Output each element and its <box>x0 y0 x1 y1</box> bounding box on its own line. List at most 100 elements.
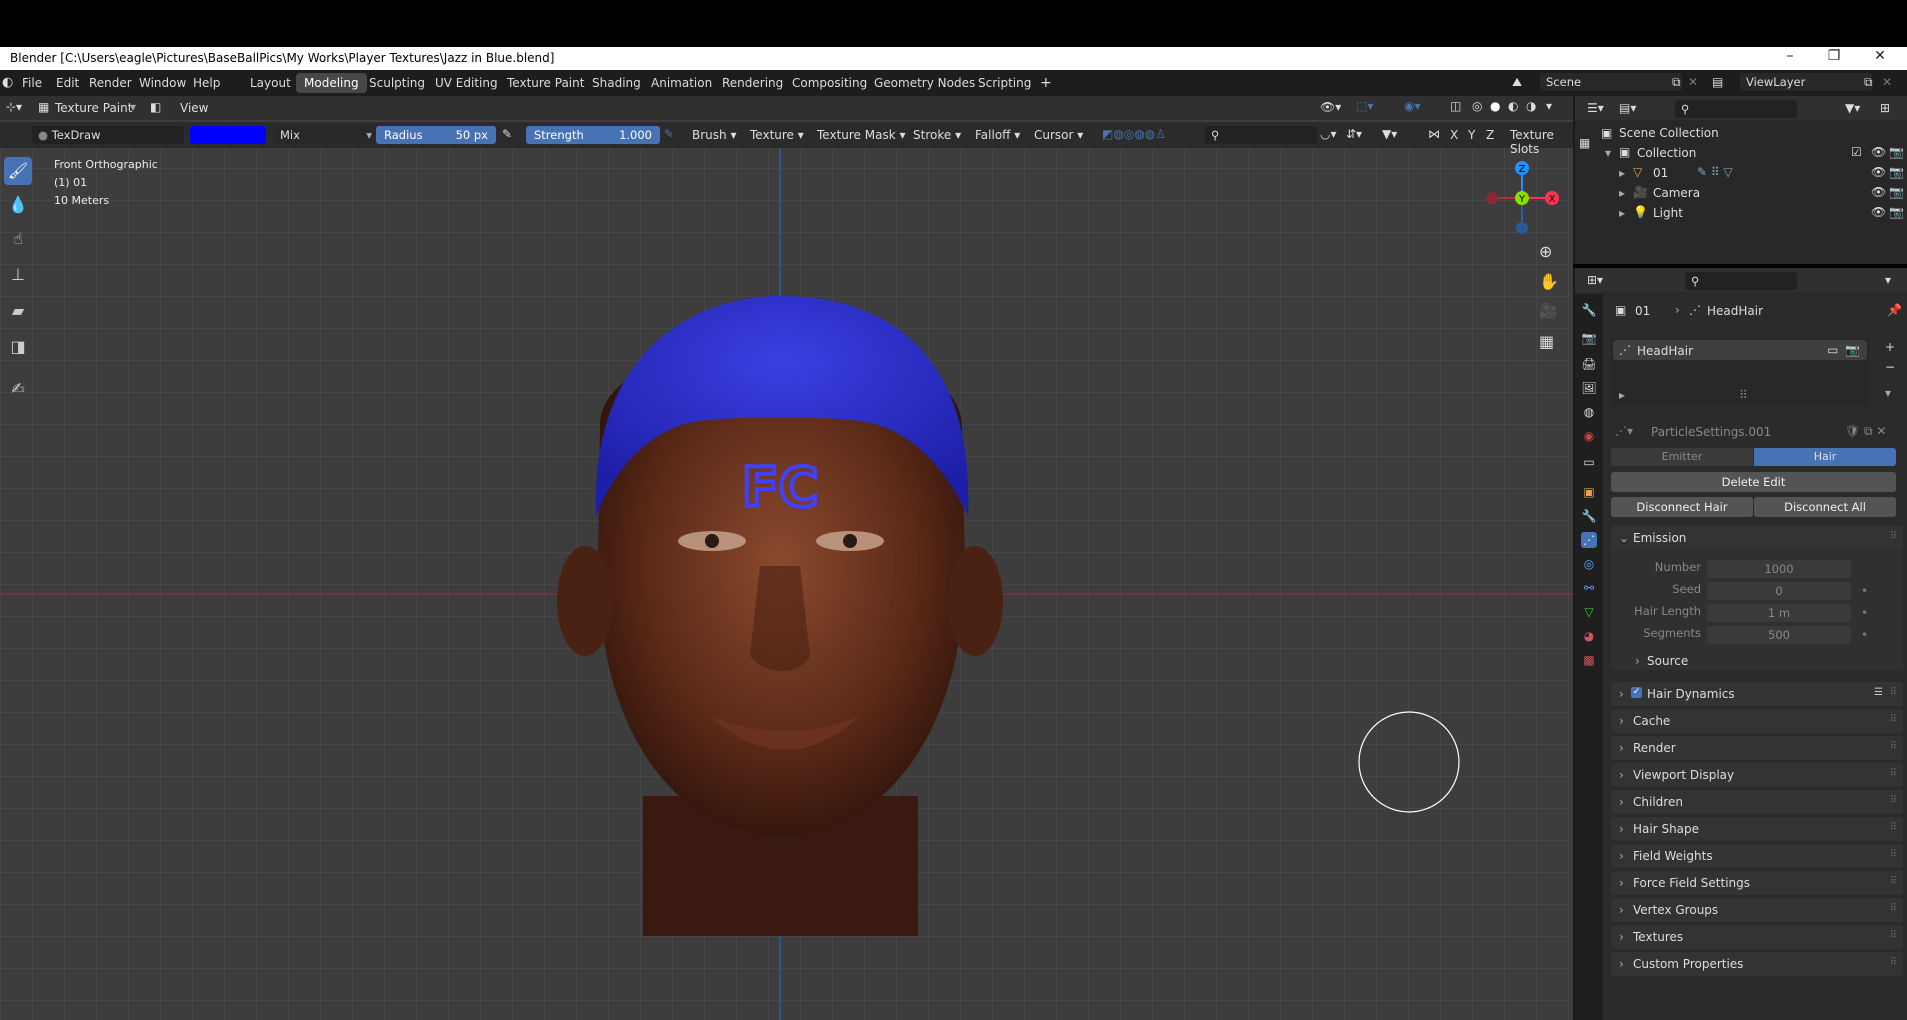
seed-field[interactable]: 0 <box>1707 582 1851 600</box>
zoom-icon[interactable]: ⊕ <box>1539 242 1552 261</box>
view-layer-tab-icon[interactable]: 🖼 <box>1581 380 1597 396</box>
menu-render[interactable]: Render <box>89 76 132 90</box>
number-field[interactable]: 1000 <box>1707 560 1851 578</box>
scene-tab-icon[interactable]: ◍ <box>1581 404 1597 420</box>
hair-dynamics-checkbox[interactable]: ✓ <box>1631 687 1642 698</box>
tab-compositing[interactable]: Compositing <box>784 73 875 93</box>
tool-tab-icon[interactable]: 🔧 <box>1581 302 1597 318</box>
draw-tool-icon[interactable]: 🖌 <box>4 157 32 185</box>
brush-menu[interactable]: Brush ▾ <box>692 128 736 142</box>
mode-dropdown-icon[interactable]: ▾ <box>130 100 136 114</box>
editor-type-icon[interactable]: ⊹▾ <box>6 100 22 114</box>
paint-mask-mode-icon[interactable]: ◩◍◎◍◍♙ <box>1102 127 1166 141</box>
tab-rendering[interactable]: Rendering <box>714 73 791 93</box>
tab-shading[interactable]: Shading <box>584 73 649 93</box>
list-resize-grip-icon[interactable]: ⠿ <box>1739 388 1748 402</box>
texture-slots-button[interactable]: Texture Slots <box>1510 128 1573 156</box>
tab-uv-editing[interactable]: UV Editing <box>427 73 506 93</box>
camera-render-icon[interactable]: 📷 <box>1889 185 1904 199</box>
annotate-tool-icon[interactable]: ✍ <box>4 375 32 403</box>
properties-options-icon[interactable]: ▾ <box>1885 273 1891 287</box>
field-weights-panel-header[interactable]: › Field Weights ⠿ <box>1611 844 1903 868</box>
tool-search-field[interactable]: ⚲ <box>1205 126 1317 144</box>
collection-visibility-icon[interactable]: 👁 <box>1871 145 1886 159</box>
radius-pressure-icon[interactable]: ✎ <box>502 127 512 141</box>
axis-y-toggle[interactable]: Y <box>1468 128 1475 142</box>
restore-icon[interactable]: ❐ <box>1812 48 1856 68</box>
disconnect-hair-button[interactable]: Disconnect Hair <box>1611 497 1753 517</box>
brush-selector[interactable]: ● TexDraw <box>32 126 184 144</box>
render-panel-header[interactable]: › Render ⠿ <box>1611 736 1903 760</box>
menu-window[interactable]: Window <box>139 76 186 90</box>
segments-field[interactable]: 500 <box>1707 626 1851 644</box>
output-tab-icon[interactable]: 🖨 <box>1581 356 1597 372</box>
viewlayer-icon[interactable]: ▤ <box>1712 75 1723 89</box>
seed-keyframe-icon[interactable]: • <box>1861 584 1868 598</box>
outliner-editor-icon[interactable]: ☰▾ <box>1587 101 1604 115</box>
cursor-menu[interactable]: Cursor ▾ <box>1034 128 1083 142</box>
stroke-menu[interactable]: Stroke ▾ <box>913 128 961 142</box>
camera-visibility-icon[interactable]: 👁 <box>1871 185 1886 199</box>
hair-dynamics-list-icon[interactable]: ☰ <box>1874 687 1883 698</box>
hair-shape-panel-header[interactable]: › Hair Shape ⠿ <box>1611 817 1903 841</box>
falloff-menu[interactable]: Falloff ▾ <box>975 128 1020 142</box>
xray-icon[interactable]: ◫ <box>1450 99 1461 113</box>
fill-tool-icon[interactable]: ▰ <box>4 297 32 325</box>
wireframe-shading-icon[interactable]: ◎ <box>1472 99 1482 113</box>
axis-z-toggle[interactable]: Z <box>1486 128 1494 142</box>
scene-icon[interactable]: ⛰ <box>1512 75 1522 90</box>
data-tab-icon[interactable]: ▽ <box>1581 604 1597 620</box>
list-specials-icon[interactable]: ▾ <box>1885 386 1891 400</box>
radius-slider[interactable]: Radius 50 px <box>376 126 496 144</box>
remove-scene-icon[interactable]: ✕ <box>1688 75 1698 89</box>
light-render-icon[interactable]: 📷 <box>1889 205 1904 219</box>
world-tab-icon[interactable]: ◉ <box>1581 428 1597 444</box>
camera-expand-icon[interactable]: ▸ <box>1619 186 1625 200</box>
collection-tab-icon[interactable]: ▭ <box>1581 454 1597 470</box>
hair-dynamics-panel-header[interactable]: › ✓ Hair Dynamics ☰ ⠿ <box>1611 682 1903 706</box>
layer-options-icon[interactable]: ⇵▾ <box>1346 127 1362 141</box>
system-viewport-toggle-icon[interactable]: ▭ <box>1827 343 1838 357</box>
remove-particle-system-icon[interactable]: − <box>1885 360 1895 374</box>
blend-mode-dropdown[interactable]: Mix ▾ <box>274 126 378 144</box>
object-01-expand-icon[interactable]: ▸ <box>1619 166 1625 180</box>
mask-tool-icon[interactable]: ◨ <box>4 333 32 361</box>
tab-animation[interactable]: Animation <box>643 73 720 93</box>
blender-logo-icon[interactable]: ◐ <box>2 75 13 90</box>
physics-tab-icon[interactable]: ◎ <box>1581 556 1597 572</box>
add-workspace-icon[interactable]: + <box>1032 73 1060 93</box>
tab-sculpting[interactable]: Sculpting <box>361 73 433 93</box>
collection-expand-icon[interactable]: ▾ <box>1605 146 1611 160</box>
menu-edit[interactable]: Edit <box>56 76 79 90</box>
view-menu[interactable]: View <box>180 101 208 115</box>
new-collection-icon[interactable]: ⊞ <box>1880 101 1890 115</box>
force-field-settings-panel-header[interactable]: › Force Field Settings ⠿ <box>1611 871 1903 895</box>
gizmo-icon[interactable]: ⬚▾ <box>1356 99 1373 113</box>
render-tab-icon[interactable]: 📷 <box>1581 330 1597 346</box>
tab-layout[interactable]: Layout <box>242 73 299 93</box>
outliner-item-camera[interactable]: Camera <box>1653 186 1700 200</box>
paint-mask-icon[interactable]: ◧ <box>150 100 161 114</box>
visibility-icon[interactable]: 👁▾ <box>1320 100 1341 114</box>
particle-system-row[interactable]: ⋰ HeadHair ▭ 📷 <box>1613 340 1867 360</box>
panel-grip-icon[interactable]: ⠿ <box>1890 531 1897 542</box>
outliner-search-field[interactable]: ⚲ <box>1675 100 1797 118</box>
rendered-shading-icon[interactable]: ◑ <box>1526 99 1536 113</box>
uv-options-icon[interactable]: ◡▾ <box>1320 127 1337 141</box>
type-hair-button[interactable]: Hair <box>1754 448 1896 466</box>
object-01-visibility-icon[interactable]: 👁 <box>1871 165 1886 179</box>
soften-tool-icon[interactable]: 💧 <box>4 191 32 219</box>
hair-length-field[interactable]: 1 m <box>1707 604 1851 622</box>
collection-check-icon[interactable]: ☑ <box>1851 145 1862 159</box>
mode-selector[interactable]: Texture Paint <box>55 101 132 115</box>
properties-search-field[interactable]: ⚲ <box>1685 272 1797 290</box>
vertex-groups-panel-header[interactable]: › Vertex Groups ⠿ <box>1611 898 1903 922</box>
children-panel-header[interactable]: › Children ⠿ <box>1611 790 1903 814</box>
close-icon[interactable]: ✕ <box>1858 48 1902 68</box>
brush-color-swatch[interactable] <box>190 126 266 144</box>
clone-tool-icon[interactable]: ⊥ <box>4 261 32 289</box>
texture-menu[interactable]: Texture ▾ <box>750 128 804 142</box>
minimize-icon[interactable]: – <box>1768 48 1812 68</box>
custom-properties-panel-header[interactable]: › Custom Properties ⠿ <box>1611 952 1903 976</box>
type-emitter-button[interactable]: Emitter <box>1611 448 1753 466</box>
